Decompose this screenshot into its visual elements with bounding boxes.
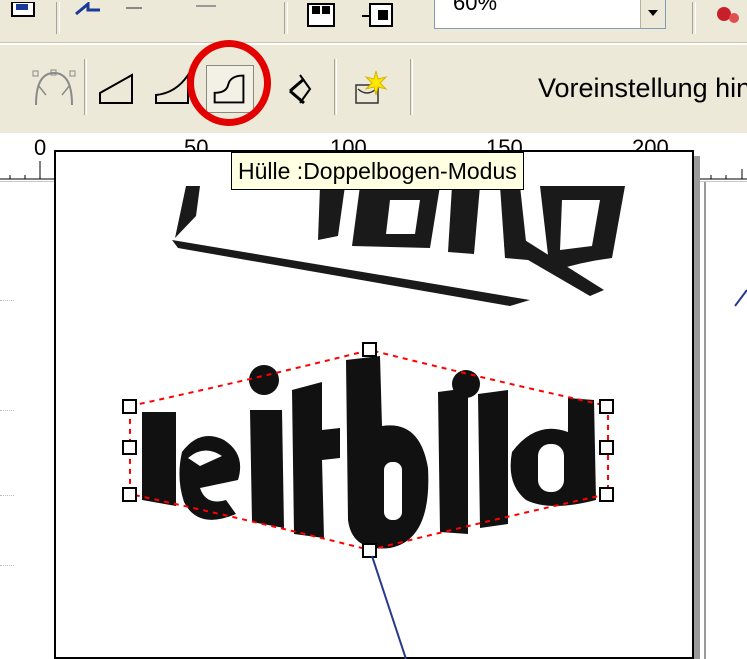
pointer-line: [734, 289, 747, 307]
tooltip: Hülle :Doppelbogen-Modus: [231, 152, 524, 190]
pointer-line: [371, 555, 407, 659]
top-leitbild-graphic: [172, 186, 625, 306]
canvas-artwork: [122, 186, 747, 659]
highlight-circle: [187, 40, 271, 126]
